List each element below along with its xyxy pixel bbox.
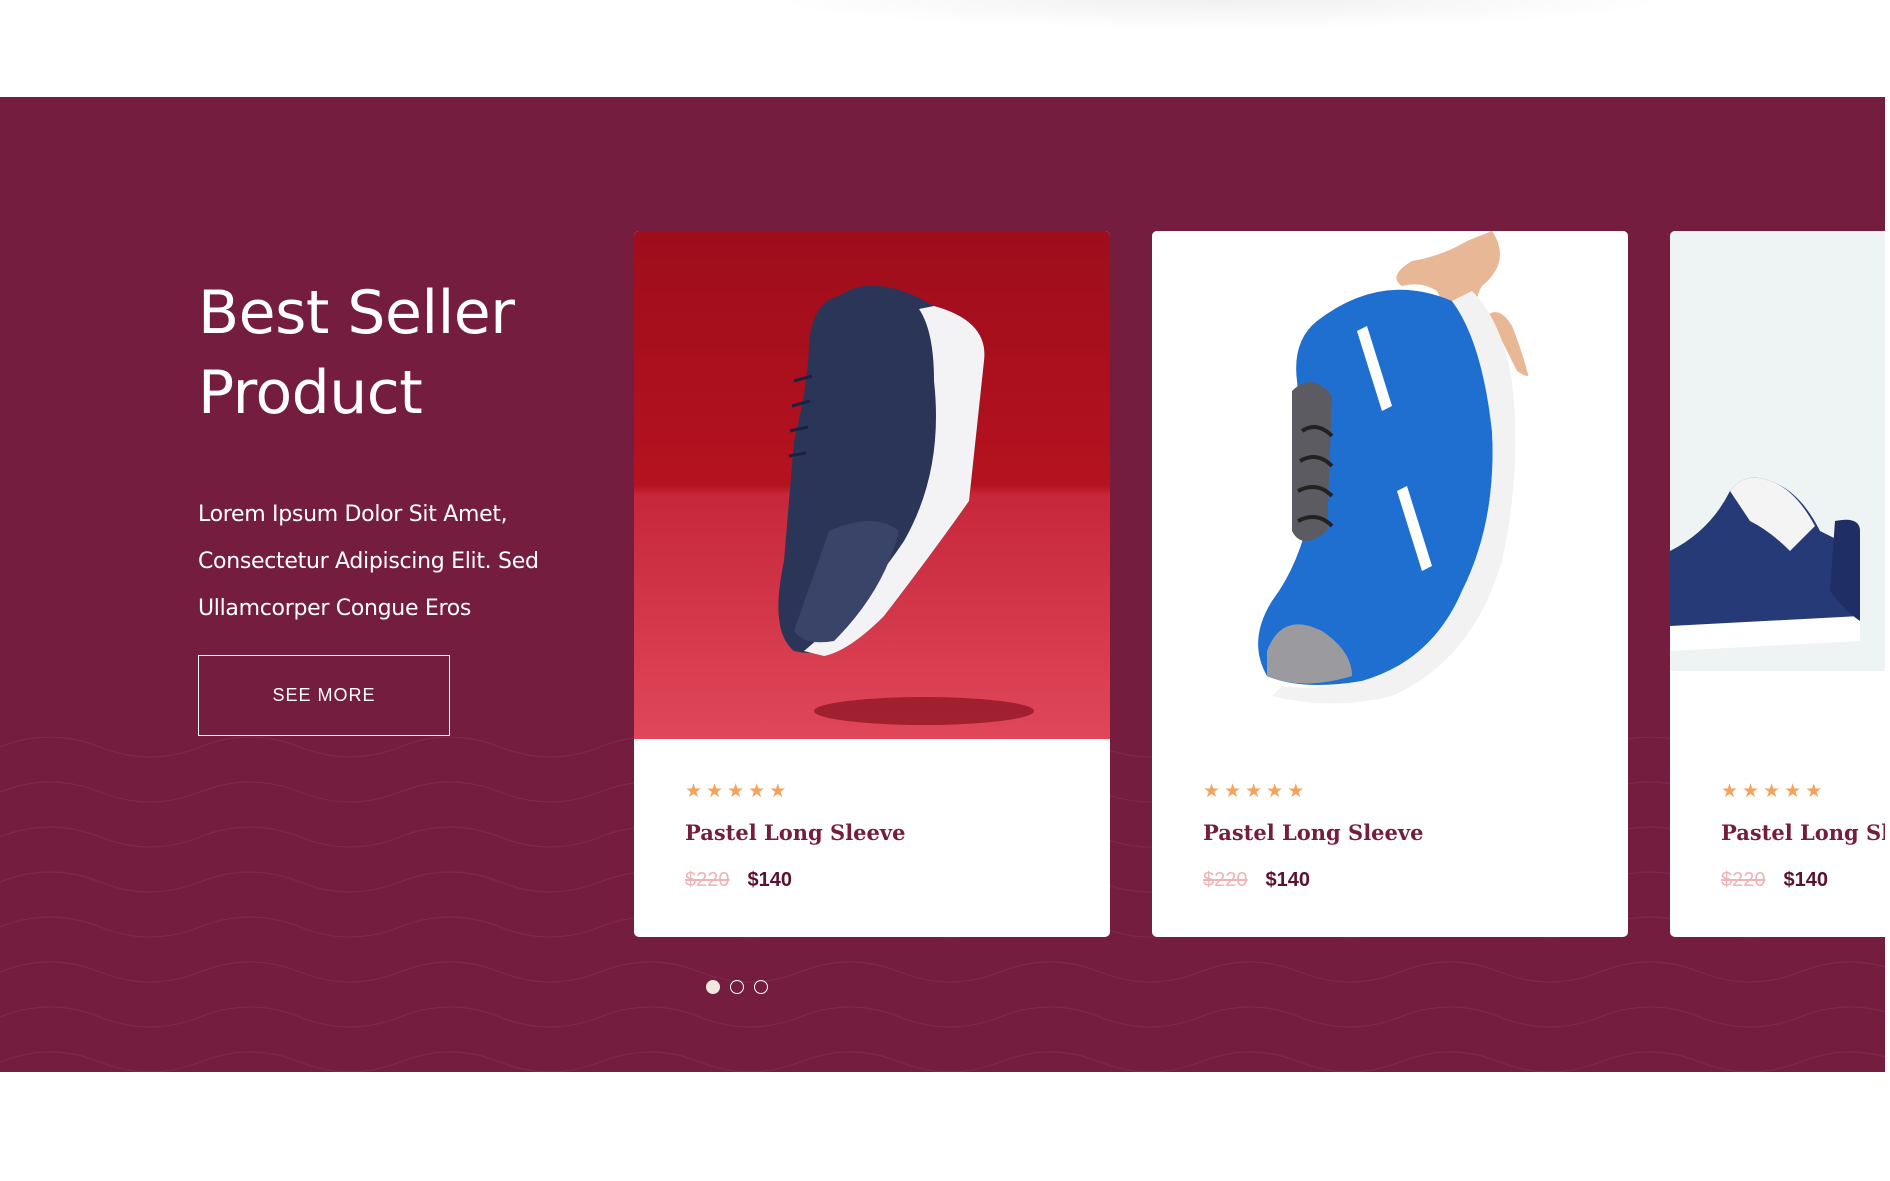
product-title[interactable]: Pastel Long Sleeve [1721,820,1885,845]
carousel-dot-icon[interactable] [754,980,768,994]
product-prices: $220 $140 [1721,869,1828,892]
star-icon: ★ [1763,781,1781,802]
rating-stars: ★ ★ ★ ★ ★ [1721,782,1822,801]
star-icon: ★ [706,781,724,802]
star-icon: ★ [1805,781,1823,802]
old-price: $220 [1203,869,1248,891]
product-image-navy-white-sneakers[interactable] [1670,231,1885,739]
header-shadow [770,0,1670,30]
section-description: Lorem Ipsum Dolor Sit Amet, Consectetur … [198,491,618,632]
carousel-dot-icon[interactable] [706,980,720,994]
star-icon: ★ [748,781,766,802]
star-icon: ★ [1287,781,1305,802]
carousel-dot-icon[interactable] [730,980,744,994]
current-price: $140 [1265,869,1311,891]
product-title[interactable]: Pastel Long Sleeve [685,820,905,845]
carousel-pagination [706,980,768,994]
star-icon: ★ [1203,781,1221,802]
rating-stars: ★ ★ ★ ★ ★ [685,782,786,801]
star-icon: ★ [1721,781,1739,802]
star-icon: ★ [1245,781,1263,802]
description-line-1: Lorem Ipsum Dolor Sit Amet, [198,502,508,527]
product-prices: $220 $140 [1203,869,1310,892]
section-intro: Best Seller Product Lorem Ipsum Dolor Si… [198,273,618,632]
product-card[interactable]: ★ ★ ★ ★ ★ Pastel Long Sleeve $220 $140 [1670,231,1885,937]
star-icon: ★ [1784,781,1802,802]
description-line-3: Ullamcorper Congue Eros [198,596,472,621]
title-line-1: Best Seller [198,278,515,348]
product-title[interactable]: Pastel Long Sleeve [1203,820,1423,845]
star-icon: ★ [685,781,703,802]
product-image-navy-sneaker[interactable] [634,231,1110,739]
star-icon: ★ [1224,781,1242,802]
star-icon: ★ [1742,781,1760,802]
title-line-2: Product [198,358,423,428]
star-icon: ★ [769,781,787,802]
product-card[interactable]: ★ ★ ★ ★ ★ Pastel Long Sleeve $220 $140 [1152,231,1628,937]
star-icon: ★ [1266,781,1284,802]
product-image-blue-sneaker[interactable] [1152,231,1628,739]
product-prices: $220 $140 [685,869,792,892]
old-price: $220 [1721,869,1766,891]
star-icon: ★ [727,781,745,802]
current-price: $140 [747,869,793,891]
old-price: $220 [685,869,730,891]
rating-stars: ★ ★ ★ ★ ★ [1203,782,1304,801]
product-card[interactable]: ★ ★ ★ ★ ★ Pastel Long Sleeve $220 $140 [634,231,1110,937]
see-more-button[interactable]: SEE MORE [198,655,450,736]
best-seller-section: Best Seller Product Lorem Ipsum Dolor Si… [0,97,1885,1072]
current-price: $140 [1783,869,1829,891]
description-line-2: Consectetur Adipiscing Elit. Sed [198,549,539,574]
section-title: Best Seller Product [198,273,618,433]
